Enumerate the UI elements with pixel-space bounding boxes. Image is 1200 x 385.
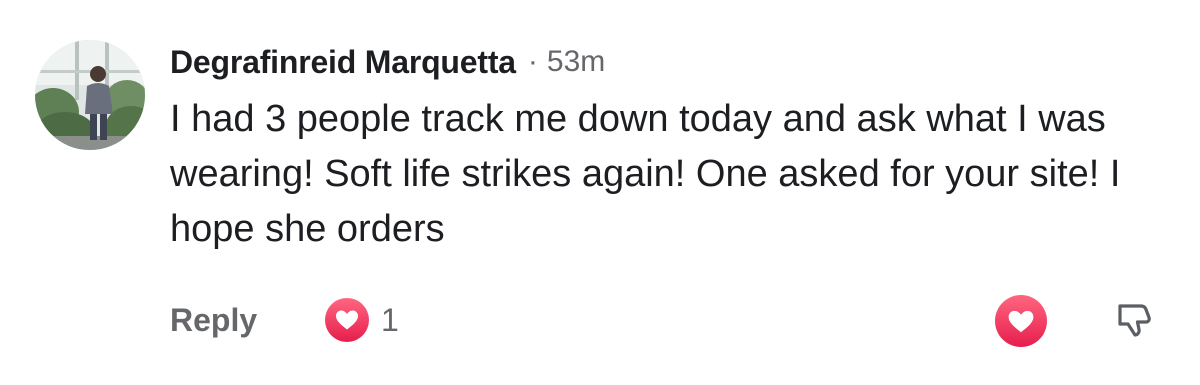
like-button[interactable] bbox=[995, 295, 1047, 347]
reaction-count: 1 bbox=[381, 301, 399, 338]
comment-header: Degrafinreid Marquetta · 53m bbox=[170, 40, 605, 84]
comment-text: I had 3 people track me down today and a… bbox=[170, 98, 1121, 250]
avatar[interactable] bbox=[35, 40, 145, 150]
reaction-summary[interactable]: 1 bbox=[325, 298, 399, 342]
timestamp[interactable]: 53m bbox=[547, 45, 605, 79]
author-name[interactable]: Degrafinreid Marquetta bbox=[170, 44, 516, 81]
dislike-button[interactable] bbox=[1110, 296, 1158, 344]
reply-button[interactable]: Reply bbox=[170, 298, 257, 342]
comment: Degrafinreid Marquetta · 53m I had 3 peo… bbox=[0, 0, 1200, 385]
heart-icon bbox=[325, 298, 369, 342]
separator-dot: · bbox=[527, 45, 538, 78]
heart-icon bbox=[1006, 308, 1036, 335]
avatar-photo bbox=[35, 40, 145, 150]
thumbs-down-icon bbox=[1114, 300, 1154, 340]
